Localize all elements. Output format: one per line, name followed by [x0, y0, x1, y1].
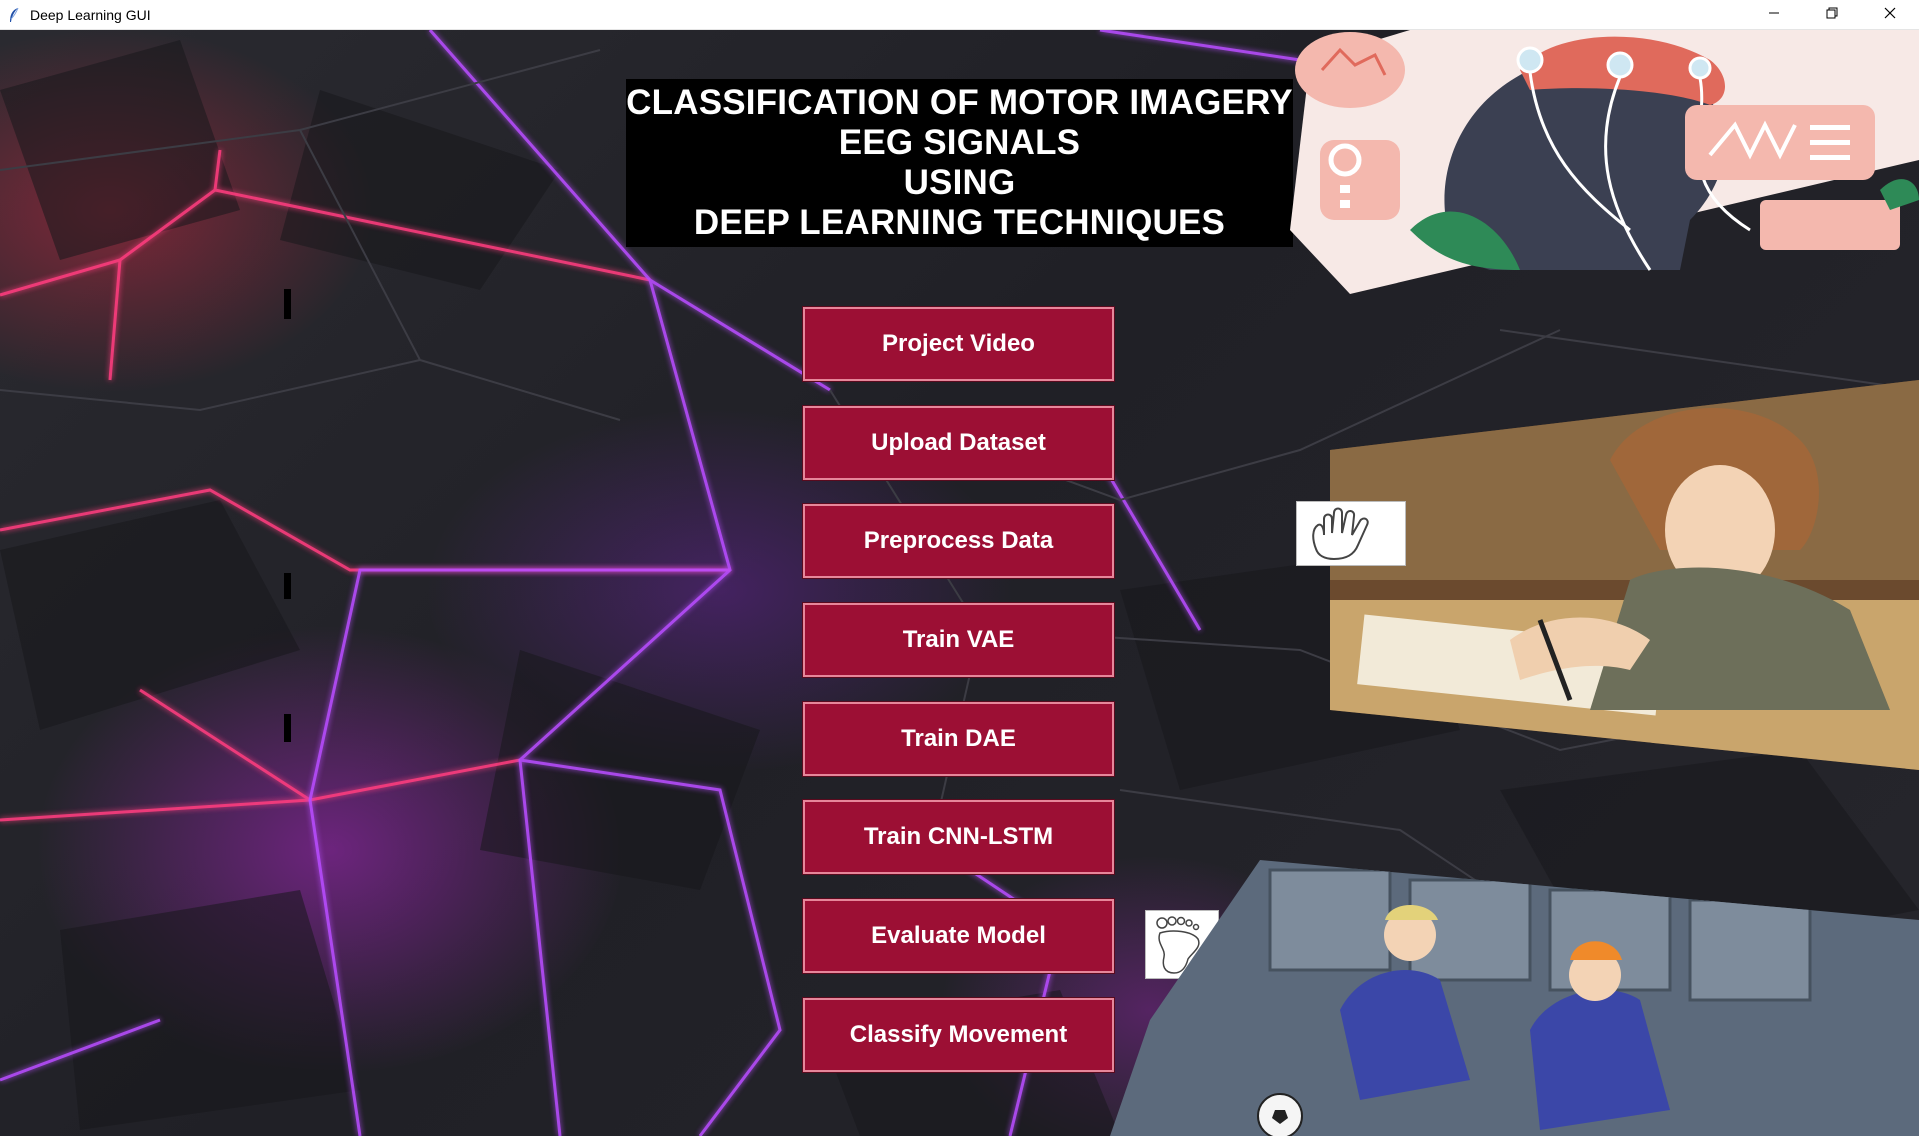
restore-button[interactable] [1803, 0, 1861, 29]
title-line-1: CLASSIFICATION OF MOTOR IMAGERY [626, 83, 1293, 122]
eeg-head-illustration [1290, 30, 1919, 294]
title-line-4: DEEP LEARNING TECHNIQUES [693, 203, 1226, 242]
preprocess-data-button[interactable]: Preprocess Data [803, 504, 1114, 578]
window-titlebar: Deep Learning GUI [0, 0, 1919, 30]
student-writing-illustration [1330, 380, 1919, 780]
train-cnn-lstm-button[interactable]: Train CNN-LSTM [803, 800, 1114, 874]
main-canvas: CLASSIFICATION OF MOTOR IMAGERY EEG SIGN… [0, 30, 1919, 1136]
close-button[interactable] [1861, 0, 1919, 29]
project-video-button[interactable]: Project Video [803, 307, 1114, 381]
soccer-players-illustration [1110, 860, 1919, 1136]
minimize-button[interactable] [1745, 0, 1803, 29]
evaluate-model-button[interactable]: Evaluate Model [803, 899, 1114, 973]
title-line-3: USING [903, 163, 1016, 202]
close-icon [1884, 6, 1896, 24]
marker-tick [284, 714, 291, 742]
train-dae-button[interactable]: Train DAE [803, 702, 1114, 776]
window-title: Deep Learning GUI [30, 6, 151, 23]
page-title-panel: CLASSIFICATION OF MOTOR IMAGERY EEG SIGN… [626, 79, 1293, 247]
train-vae-button[interactable]: Train VAE [803, 603, 1114, 677]
marker-tick [284, 573, 291, 599]
restore-icon [1826, 6, 1838, 24]
marker-tick [284, 289, 291, 319]
upload-dataset-button[interactable]: Upload Dataset [803, 406, 1114, 480]
classify-movement-button[interactable]: Classify Movement [803, 998, 1114, 1072]
feather-icon [8, 7, 22, 23]
title-line-2: EEG SIGNALS [838, 123, 1081, 162]
minimize-icon [1768, 6, 1780, 24]
hand-icon [1296, 501, 1406, 566]
